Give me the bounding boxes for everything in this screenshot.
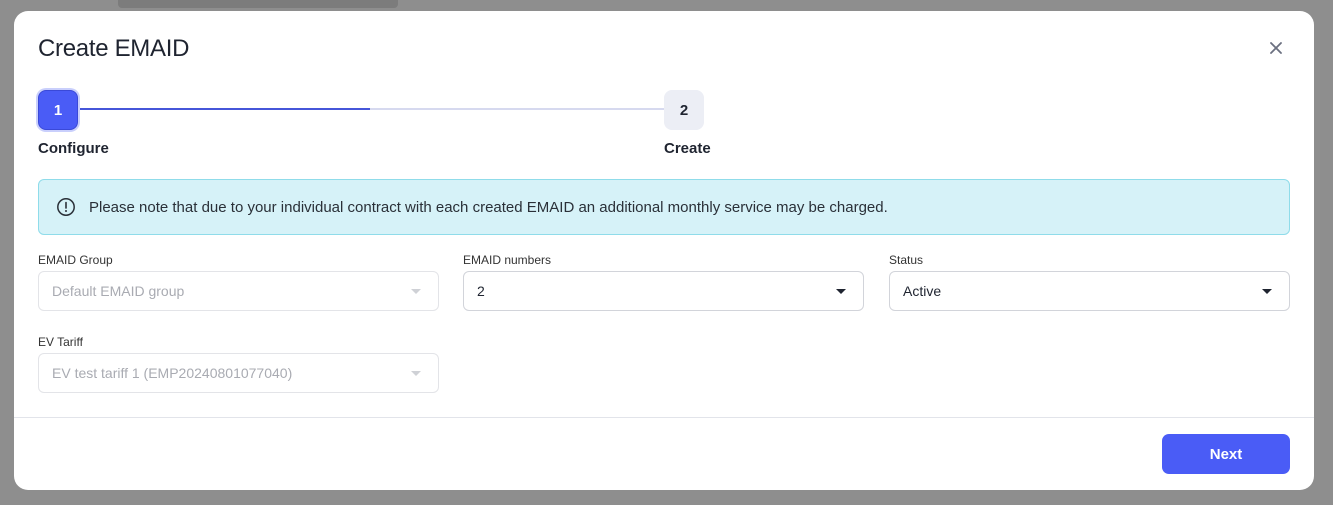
next-button[interactable]: Next	[1162, 434, 1290, 474]
step-1-indicator: 1	[38, 90, 78, 130]
status-label: Status	[889, 253, 924, 267]
emaid-numbers-label: EMAID numbers	[463, 253, 552, 267]
emaid-numbers-value: 2	[477, 283, 485, 299]
backdrop-content	[118, 0, 398, 8]
info-circle-icon	[56, 197, 76, 217]
stepper-track-line	[370, 108, 664, 110]
step-2-indicator: 2	[664, 90, 704, 130]
ev-tariff-label: EV Tariff	[38, 335, 83, 349]
chevron-down-icon	[1262, 289, 1272, 294]
footer-divider	[14, 417, 1314, 418]
emaid-numbers-select[interactable]: 2	[463, 271, 864, 311]
step-1-label: Configure	[38, 140, 109, 157]
alert-message: Please note that due to your individual …	[89, 198, 888, 216]
emaid-group-value: Default EMAID group	[52, 283, 185, 299]
status-select[interactable]: Active	[889, 271, 1290, 311]
status-value: Active	[903, 283, 942, 299]
emaid-group-select: Default EMAID group	[38, 271, 439, 311]
step-2-label: Create	[664, 140, 711, 157]
chevron-down-icon	[836, 289, 846, 294]
chevron-down-icon	[411, 289, 421, 294]
ev-tariff-select: EV test tariff 1 (EMP20240801077040)	[38, 353, 439, 393]
stepper-progress-line	[77, 108, 370, 110]
create-emaid-modal: Create EMAID 1 2 Configure Create Please…	[14, 11, 1314, 490]
info-alert: Please note that due to your individual …	[38, 179, 1290, 235]
emaid-group-label: EMAID Group	[38, 253, 113, 267]
chevron-down-icon	[411, 371, 421, 376]
close-icon[interactable]	[1266, 38, 1286, 58]
ev-tariff-value: EV test tariff 1 (EMP20240801077040)	[52, 365, 293, 381]
modal-title: Create EMAID	[38, 35, 190, 62]
